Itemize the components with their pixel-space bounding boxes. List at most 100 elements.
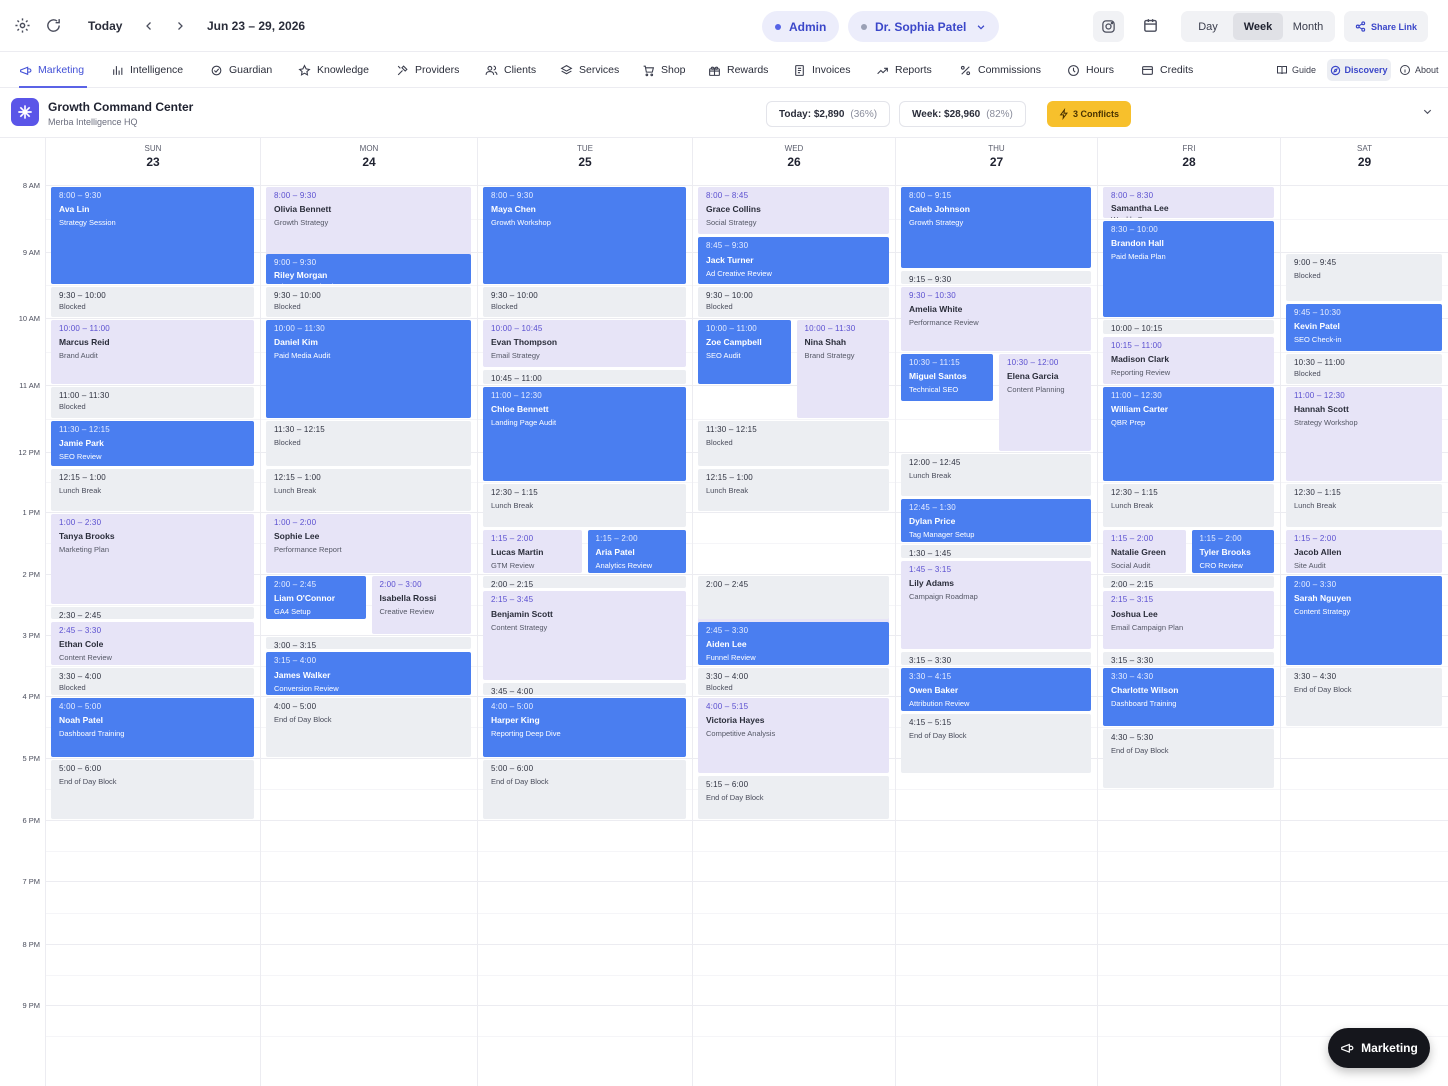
nav-commissions[interactable]: Commissions: [959, 52, 1041, 88]
blocked-slot[interactable]: 9:30 – 10:00 Blocked: [266, 287, 471, 317]
blocked-slot[interactable]: 5:00 – 6:00 End of Day Block: [483, 760, 686, 819]
blocked-slot[interactable]: 1:30 – 1:45: [901, 545, 1091, 558]
day-header-thu[interactable]: THU 27: [895, 138, 1097, 178]
appointment-card[interactable]: 11:00 – 12:30 Hannah Scott Strategy Worksh…: [1286, 387, 1442, 481]
blocked-slot[interactable]: 5:15 – 6:00 End of Day Block: [698, 775, 889, 819]
blocked-slot[interactable]: 11:30 – 12:15 Blocked: [266, 420, 471, 466]
blocked-slot[interactable]: 3:30 – 4:00 Blocked: [698, 667, 889, 695]
blocked-slot[interactable]: 3:00 – 3:15: [266, 637, 471, 650]
appointment-card[interactable]: 10:30 – 12:00 Elena Garcia Content Plannin…: [999, 353, 1091, 451]
blocked-slot[interactable]: 11:00 – 11:30 Blocked: [51, 387, 254, 418]
day-header-wed[interactable]: WED 26: [692, 138, 895, 178]
blocked-slot[interactable]: 2:30 – 2:45: [51, 606, 254, 619]
blocked-slot[interactable]: 3:15 – 3:30Blocked: [1103, 652, 1274, 665]
blocked-slot[interactable]: 9:30 – 10:00 Blocked: [51, 287, 254, 317]
blocked-slot[interactable]: 11:30 – 12:15 Blocked: [698, 420, 889, 466]
appointment-card[interactable]: 9:30 – 10:30 Amelia White Performance Revi…: [901, 287, 1091, 351]
appointment-card[interactable]: 8:00 – 9:15 Caleb Johnson Growth Strategy: [901, 187, 1091, 268]
view-month-button[interactable]: Month: [1283, 13, 1333, 40]
appointment-card[interactable]: 3:30 – 4:30 Charlotte Wilson Dashboard Tra…: [1103, 667, 1274, 726]
appointment-card[interactable]: 4:00 – 5:00 Harper King Reporting Deep Div…: [483, 698, 686, 757]
appointment-card[interactable]: 1:15 – 2:00 Tyler Brooks CRO Review: [1191, 529, 1274, 573]
blocked-slot[interactable]: 10:00 – 10:15Blocked: [1103, 320, 1274, 334]
appointment-card[interactable]: 10:00 – 11:00 Marcus Reid Brand Audit: [51, 320, 254, 384]
day-header-sun[interactable]: SUN 23: [45, 138, 260, 178]
blocked-slot[interactable]: 9:30 – 10:00 Blocked: [483, 287, 686, 317]
appointment-card[interactable]: 8:30 – 10:00 Brandon Hall Paid Media Plan: [1103, 220, 1274, 317]
blocked-slot[interactable]: 3:15 – 3:30: [901, 652, 1091, 665]
blocked-slot[interactable]: 12:30 – 1:15 Lunch Break: [1286, 484, 1442, 527]
appointment-card[interactable]: 10:00 – 11:30 Daniel Kim Paid Media Audit: [266, 320, 471, 418]
appointment-card[interactable]: 2:15 – 3:45 Benjamin Scott Content Strateg…: [483, 591, 686, 680]
appointment-card[interactable]: 11:00 – 12:30 Chloe Bennett Landing Page A…: [483, 387, 686, 481]
appointment-card[interactable]: 1:15 – 2:00 Lucas Martin GTM Review: [483, 529, 582, 573]
nav-guardian[interactable]: Guardian: [210, 52, 272, 88]
blocked-slot[interactable]: 3:30 – 4:00 Blocked: [51, 667, 254, 695]
blocked-slot[interactable]: 12:00 – 12:45 Lunch Break: [901, 454, 1091, 496]
appointment-card[interactable]: 8:00 – 9:30 Maya Chen Growth Workshop: [483, 187, 686, 284]
blocked-slot[interactable]: 3:45 – 4:00Blocked: [483, 682, 686, 695]
appointment-card[interactable]: 10:00 – 11:30 Nina Shah Brand Strategy: [796, 320, 889, 418]
appointment-card[interactable]: 1:00 – 2:00 Sophie Lee Performance Report: [266, 514, 471, 573]
nav-guide[interactable]: Guide: [1276, 52, 1316, 88]
appointment-card[interactable]: 2:15 – 3:15 Joshua Lee Email Campaign Plan: [1103, 591, 1274, 650]
blocked-slot[interactable]: 9:30 – 10:00 Blocked: [698, 287, 889, 317]
appointment-card[interactable]: 10:30 – 11:15 Miguel Santos Technical SEO: [901, 353, 993, 401]
nav-services[interactable]: Services: [560, 52, 619, 88]
nav-marketing[interactable]: Marketing: [19, 52, 87, 88]
appointment-card[interactable]: 2:45 – 3:30 Aiden Lee Funnel Review: [698, 621, 889, 665]
appointment-card[interactable]: 4:00 – 5:15 Victoria Hayes Competitive Ana…: [698, 698, 889, 773]
blocked-slot[interactable]: 4:15 – 5:15 End of Day Block: [901, 713, 1091, 773]
share-link-button[interactable]: Share Link: [1344, 11, 1428, 42]
nav-intelligence[interactable]: Intelligence: [111, 52, 183, 88]
calendar-sync-icon[interactable]: [1142, 17, 1159, 34]
day-header-fri[interactable]: FRI 28: [1097, 138, 1280, 178]
appointment-card[interactable]: 2:00 – 3:30 Sarah Nguyen Content Strategy: [1286, 576, 1442, 665]
appointment-card[interactable]: 10:00 – 11:00 Zoe Campbell SEO Audit: [698, 320, 791, 384]
nav-invoices[interactable]: Invoices: [793, 52, 851, 88]
day-header-sat[interactable]: SAT 29: [1280, 138, 1448, 178]
role-selector[interactable]: Admin: [762, 11, 840, 42]
appointment-card[interactable]: 8:00 – 8:45 Grace Collins Social Strategy: [698, 187, 889, 235]
appointment-card[interactable]: 12:45 – 1:30 Dylan Price Tag Manager Setup: [901, 499, 1091, 542]
blocked-slot[interactable]: 4:30 – 5:30 End of Day Block: [1103, 729, 1274, 788]
appointment-card[interactable]: 1:00 – 2:30 Tanya Brooks Marketing Plan: [51, 514, 254, 604]
appointment-card[interactable]: 9:45 – 10:30 Kevin Patel SEO Check-in: [1286, 303, 1442, 351]
nav-credits[interactable]: Credits: [1141, 52, 1193, 88]
appointment-card[interactable]: 11:30 – 12:15 Jamie Park SEO Review: [51, 420, 254, 466]
blocked-slot[interactable]: 12:15 – 1:00 Lunch Break: [698, 469, 889, 511]
blocked-slot[interactable]: 2:00 – 2:15: [483, 576, 686, 589]
appointment-card[interactable]: 2:00 – 3:00 Isabella Rossi Creative Review: [371, 576, 471, 634]
nav-hours[interactable]: Hours: [1067, 52, 1114, 88]
blocked-slot[interactable]: 9:15 – 9:30: [901, 270, 1091, 284]
view-day-button[interactable]: Day: [1183, 13, 1233, 40]
appointment-card[interactable]: 1:15 – 2:00 Jacob Allen Site Audit: [1286, 529, 1442, 573]
marketing-fab-button[interactable]: Marketing: [1328, 1028, 1430, 1068]
appointment-card[interactable]: 9:00 – 9:30 Riley MorganAd Account Check: [266, 254, 471, 284]
appointment-card[interactable]: 1:15 – 2:00 Natalie Green Social Audit: [1103, 529, 1186, 573]
blocked-slot[interactable]: 10:45 – 11:00: [483, 370, 686, 384]
appointment-card[interactable]: 10:00 – 10:45 Evan Thompson Email Strategy: [483, 320, 686, 368]
blocked-slot[interactable]: 12:30 – 1:15 Lunch Break: [1103, 484, 1274, 527]
blocked-slot[interactable]: 9:00 – 9:45 Blocked: [1286, 254, 1442, 301]
conflicts-button[interactable]: 3 Conflicts: [1047, 101, 1131, 127]
blocked-slot[interactable]: 12:15 – 1:00 Lunch Break: [51, 469, 254, 511]
chevron-left-icon[interactable]: [143, 20, 155, 32]
day-header-mon[interactable]: MON 24: [260, 138, 477, 178]
appointment-card[interactable]: 4:00 – 5:00 Noah Patel Dashboard Training: [51, 698, 254, 757]
nav-knowledge[interactable]: Knowledge: [298, 52, 369, 88]
appointment-card[interactable]: 8:45 – 9:30 Jack Turner Ad Creative Review: [698, 237, 889, 284]
appointment-card[interactable]: 2:00 – 2:45 Liam O'Connor GA4 Setup: [266, 576, 366, 619]
blocked-slot[interactable]: 4:00 – 5:00 End of Day Block: [266, 698, 471, 757]
nav-clients[interactable]: Clients: [485, 52, 536, 88]
appointment-card[interactable]: 1:15 – 2:00 Aria Patel Analytics Review: [587, 529, 686, 573]
collapse-chevron-icon[interactable]: [1422, 106, 1433, 117]
instagram-icon[interactable]: [1093, 11, 1124, 42]
appointment-card[interactable]: 3:30 – 4:15 Owen Baker Attribution Review: [901, 667, 1091, 711]
nav-reports[interactable]: Reports: [876, 52, 932, 88]
today-button[interactable]: Today: [88, 19, 122, 33]
appointment-card[interactable]: 8:00 – 9:30 Ava Lin Strategy Session: [51, 187, 254, 284]
blocked-slot[interactable]: 2:00 – 2:45: [698, 576, 889, 619]
blocked-slot[interactable]: 12:30 – 1:15 Lunch Break: [483, 484, 686, 527]
day-header-tue[interactable]: TUE 25: [477, 138, 692, 178]
